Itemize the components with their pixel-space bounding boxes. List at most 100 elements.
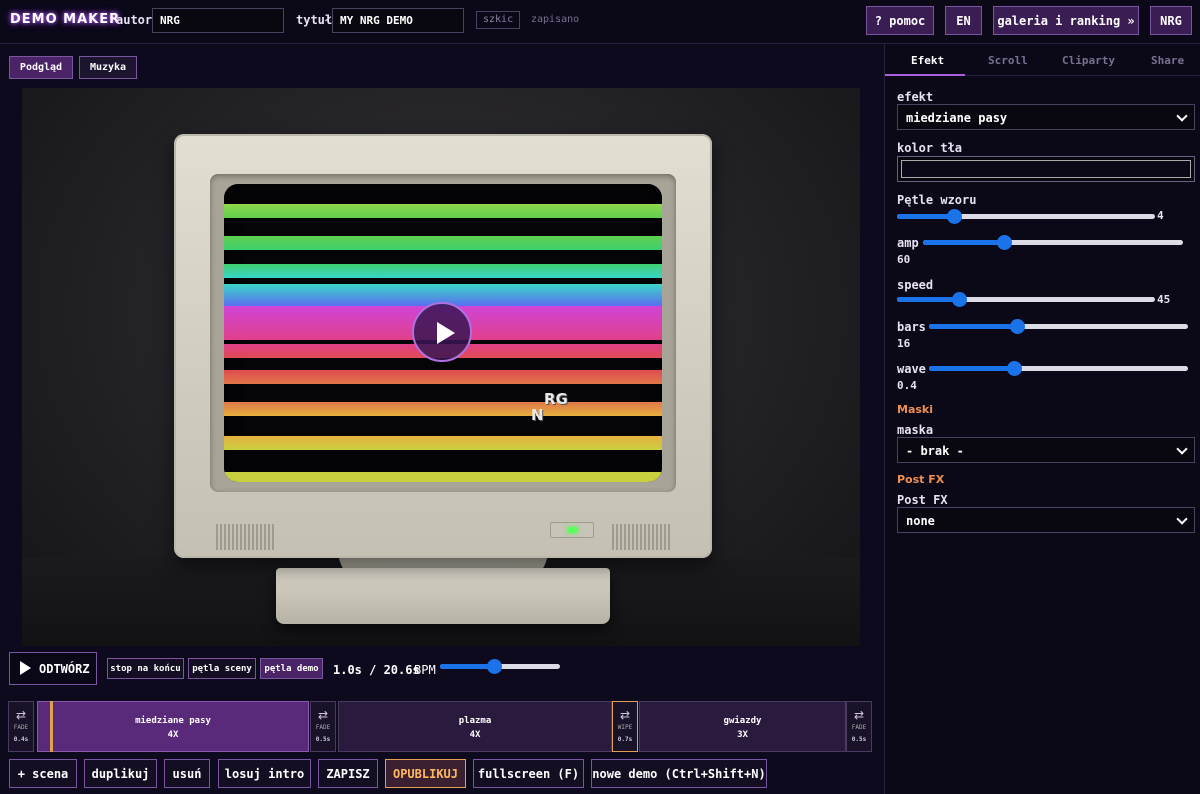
random-intro-button[interactable]: losuj intro: [218, 759, 311, 788]
color-swatch: [901, 160, 1191, 178]
add-scene-button[interactable]: + scena: [9, 759, 77, 788]
new-demo-button[interactable]: nowe demo (Ctrl+Shift+N): [591, 759, 767, 788]
masks-section-title: Maski: [897, 403, 934, 416]
app-logo: DEMO MAKER: [10, 12, 121, 27]
play-overlay-icon[interactable]: [412, 302, 472, 362]
param-value: 16: [897, 337, 911, 350]
param-label: speed: [897, 278, 934, 292]
scene-repeat: 3X: [737, 730, 748, 740]
save-button[interactable]: ZAPISZ: [318, 759, 378, 788]
pattern-loops-slider[interactable]: [897, 209, 1155, 224]
swap-icon: ⇄: [619, 708, 631, 722]
speaker-grill-left: [216, 524, 274, 550]
language-button[interactable]: EN: [945, 6, 982, 35]
bpm-label: BPM: [414, 663, 436, 677]
amp-slider[interactable]: [923, 235, 1183, 250]
transition-block[interactable]: ⇄ FADE 0.5s: [310, 701, 336, 752]
param-label: Pętle wzoru: [897, 193, 977, 207]
param-value: 60: [897, 253, 911, 266]
color-bar: [224, 236, 662, 250]
bg-color-picker[interactable]: [897, 156, 1195, 182]
color-bar: [224, 370, 662, 384]
bpm-slider[interactable]: [440, 659, 560, 674]
play-button[interactable]: ODTWÓRZ: [9, 652, 97, 685]
param-label: amp: [897, 236, 919, 250]
loop-stop-button[interactable]: stop na końcu: [107, 658, 184, 679]
transition-block[interactable]: ⇄ FADE 0.5s: [846, 701, 872, 752]
postfx-label: Post FX: [897, 493, 948, 507]
monitor-base: [276, 568, 610, 624]
publish-button[interactable]: OPUBLIKUJ: [385, 759, 466, 788]
transition-block[interactable]: ⇄ WIPE 0.7s: [612, 701, 638, 752]
delete-button[interactable]: usuń: [164, 759, 210, 788]
panel-tabs: Efekt Scroll Cliparty Share: [885, 44, 1200, 76]
overlay-text-rg: RG: [544, 390, 568, 408]
bars-slider[interactable]: [929, 319, 1188, 334]
tab-effect[interactable]: Efekt: [911, 54, 944, 67]
scene-name: miedziane pasy: [135, 716, 211, 726]
transition-block[interactable]: ⇄ FADE 0.4s: [8, 701, 34, 752]
postfx-section-title: Post FX: [897, 473, 945, 486]
color-bar: [224, 472, 662, 482]
speed-slider[interactable]: [897, 292, 1155, 307]
top-bar: DEMO MAKER autor NRG tytuł MY NRG DEMO s…: [0, 0, 1200, 44]
color-bar: [224, 204, 662, 218]
bg-color-label: kolor tła: [897, 141, 963, 155]
effect-select[interactable]: miedziane pasy: [897, 104, 1195, 130]
postfx-select[interactable]: none: [897, 507, 1195, 533]
play-button-label: ODTWÓRZ: [39, 662, 90, 676]
scene-block[interactable]: gwiazdy 3X: [639, 701, 846, 752]
wave-slider[interactable]: [929, 361, 1188, 376]
color-bar: [224, 264, 662, 278]
color-bar: [224, 402, 662, 416]
author-input[interactable]: NRG: [152, 8, 284, 33]
gallery-button[interactable]: galeria i ranking »: [993, 6, 1139, 35]
help-button[interactable]: ? pomoc: [866, 6, 934, 35]
swap-icon: ⇄: [317, 708, 329, 722]
tab-scroll[interactable]: Scroll: [988, 54, 1028, 67]
param-label: wave: [897, 362, 926, 376]
play-icon: [20, 661, 31, 675]
param-value: 45: [1157, 293, 1171, 306]
param-value: 0.4: [897, 379, 917, 392]
author-label: autor: [116, 13, 153, 27]
playhead[interactable]: [50, 701, 53, 752]
transition-duration: 0.5s: [315, 736, 331, 743]
tab-cliparts[interactable]: Cliparty: [1062, 54, 1115, 67]
param-label: bars: [897, 320, 926, 334]
mask-select[interactable]: - brak -: [897, 437, 1195, 463]
scene-name: plazma: [458, 716, 492, 726]
active-tab-indicator: [885, 74, 965, 76]
scene-block[interactable]: miedziane pasy 4X: [37, 701, 309, 752]
user-button[interactable]: NRG: [1150, 6, 1192, 35]
transition-name: FADE: [13, 724, 29, 731]
mask-label: maska: [897, 423, 934, 437]
param-value: 4: [1157, 209, 1164, 222]
time-display: 1.0s / 20.6s: [333, 663, 420, 677]
transition-duration: 0.4s: [13, 736, 29, 743]
scene-block[interactable]: plazma 4X: [338, 701, 612, 752]
transition-duration: 0.7s: [617, 736, 633, 743]
tab-preview[interactable]: Podgląd: [9, 56, 73, 79]
scene-timeline: ⇄ FADE 0.4s miedziane pasy 4X ⇄ FADE 0.5s pla…: [8, 701, 874, 752]
tab-share[interactable]: Share: [1151, 54, 1184, 67]
scene-repeat: 4X: [167, 730, 179, 740]
fullscreen-button[interactable]: fullscreen (F): [473, 759, 584, 788]
effect-label: efekt: [897, 90, 934, 104]
settings-panel: Efekt Scroll Cliparty Share efekt miedzi…: [884, 44, 1200, 794]
save-status: zapisano: [531, 14, 580, 25]
swap-icon: ⇄: [15, 708, 27, 722]
scene-name: gwiazdy: [723, 716, 762, 726]
title-input[interactable]: MY NRG DEMO: [332, 8, 464, 33]
loop-demo-button[interactable]: pętla demo: [260, 658, 323, 679]
tab-music[interactable]: Muzyka: [79, 56, 137, 79]
color-bar: [224, 436, 662, 450]
draft-chip: szkic: [476, 11, 521, 29]
preview-canvas[interactable]: RG N: [22, 88, 860, 646]
scene-repeat: 4X: [469, 730, 481, 740]
duplicate-button[interactable]: duplikuj: [84, 759, 157, 788]
loop-scene-button[interactable]: pętla sceny: [188, 658, 256, 679]
overlay-text-n: N: [531, 406, 544, 424]
speaker-grill-right: [612, 524, 670, 550]
power-led-icon: [568, 527, 577, 533]
